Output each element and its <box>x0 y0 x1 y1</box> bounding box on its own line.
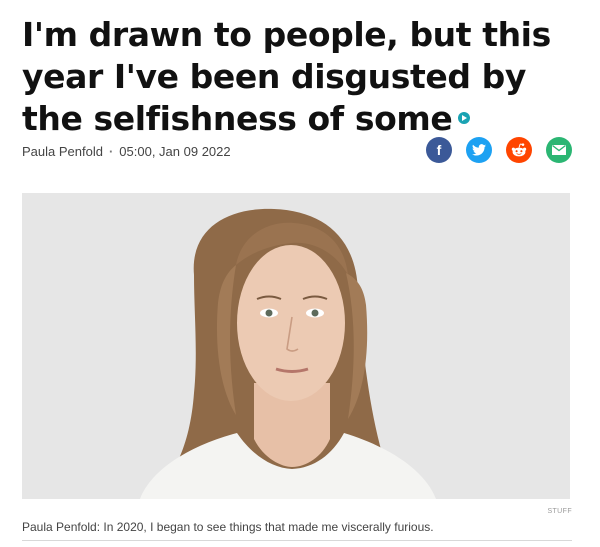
reddit-share-button[interactable] <box>506 137 532 163</box>
twitter-icon <box>472 144 486 156</box>
divider <box>22 540 572 541</box>
publish-timestamp: 05:00, Jan 09 2022 <box>119 144 231 159</box>
image-caption: Paula Penfold: In 2020, I began to see t… <box>22 520 434 534</box>
email-share-button[interactable] <box>546 137 572 163</box>
author-name[interactable]: Paula Penfold <box>22 144 103 159</box>
play-icon[interactable] <box>458 111 471 124</box>
portrait-image <box>22 193 570 499</box>
reddit-icon <box>511 143 527 157</box>
share-bar: f <box>426 137 572 163</box>
twitter-share-button[interactable] <box>466 137 492 163</box>
article-headline: I'm drawn to people, but this year I've … <box>22 14 582 140</box>
headline-text: I'm drawn to people, but this year I've … <box>22 15 551 138</box>
article-hero-image <box>22 193 570 499</box>
email-icon <box>552 145 566 155</box>
facebook-share-button[interactable]: f <box>426 137 452 163</box>
byline-separator: · <box>108 144 114 159</box>
photo-credit: STUFF <box>547 508 572 515</box>
facebook-icon: f <box>436 142 442 158</box>
byline: Paula Penfold · 05:00, Jan 09 2022 <box>22 144 231 159</box>
